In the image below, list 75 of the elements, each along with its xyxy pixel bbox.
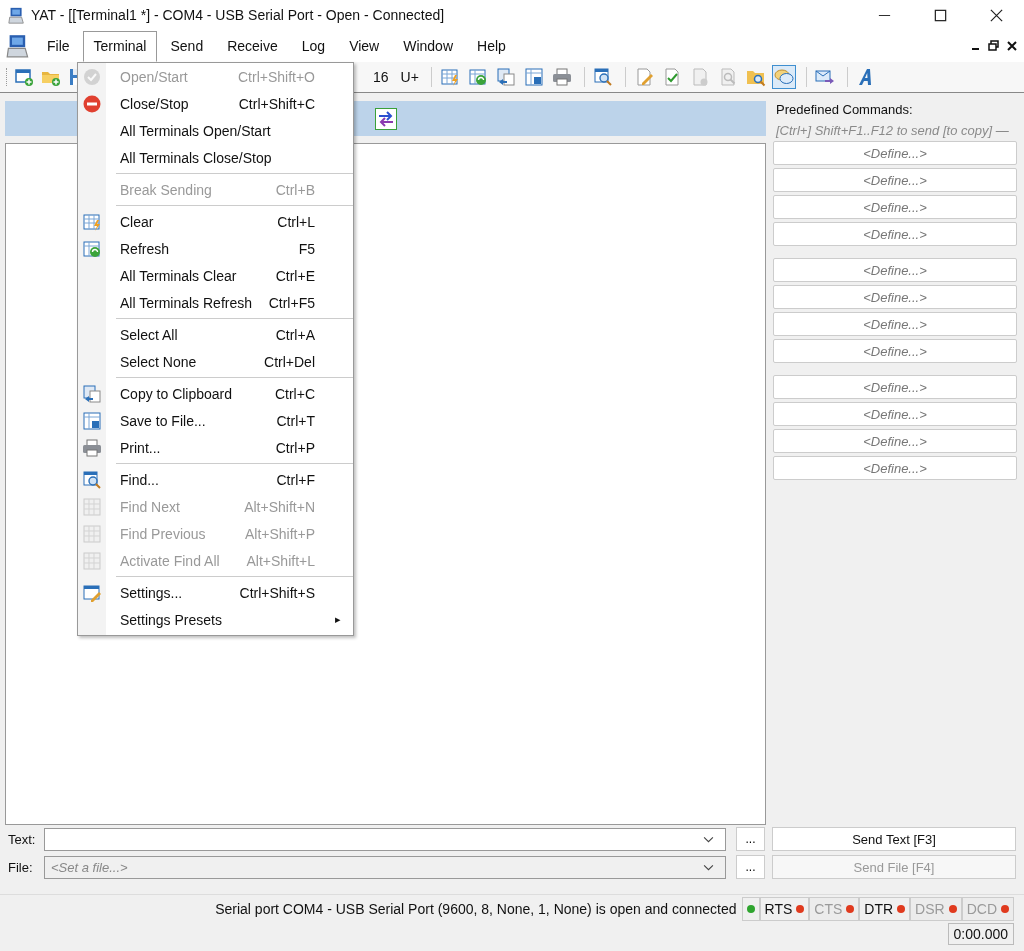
menu-item[interactable]: Copy to Clipboard Ctrl+C: [78, 380, 353, 407]
signal-label: DCD: [966, 901, 997, 917]
file-input-field[interactable]: <Set a file...>: [44, 855, 726, 879]
define-command-button[interactable]: <Define...>: [773, 402, 1017, 426]
define-command-button[interactable]: <Define...>: [773, 285, 1017, 309]
menu-item[interactable]: All Terminals Refresh Ctrl+F5: [78, 289, 353, 316]
find-icon: [82, 469, 102, 490]
send-text-button[interactable]: Send Text [F3]: [772, 827, 1016, 851]
grid-icon: [82, 550, 102, 571]
status-message: Serial port COM4 - USB Serial Port (9600, 8, None, 1, None) is open and connected: [215, 901, 737, 917]
menu-item[interactable]: Print... Ctrl+P: [78, 434, 353, 461]
menu-bar-item[interactable]: View: [338, 30, 391, 62]
menu-item[interactable]: All Terminals Clear Ctrl+E: [78, 262, 353, 289]
signal-label: RTS: [764, 901, 793, 917]
menu-item[interactable]: Select None Ctrl+Del: [78, 348, 353, 375]
panel-title: Predefined Commands:: [776, 102, 914, 117]
timer-display: 0:00.000: [947, 923, 1014, 945]
define-command-button[interactable]: <Define...>: [773, 258, 1017, 282]
menu-item[interactable]: Save to File... Ctrl+T: [78, 407, 353, 434]
signal-label: CTS: [814, 901, 843, 917]
browse-button[interactable]: ...: [736, 827, 765, 851]
computer-icon[interactable]: [6, 34, 30, 58]
signal-label: DSR: [915, 901, 945, 917]
menu-bar-item[interactable]: Send: [159, 30, 215, 62]
menu-item[interactable]: All Terminals Close/Stop: [78, 144, 353, 171]
define-command-button[interactable]: <Define...>: [773, 375, 1017, 399]
menu-bar-item[interactable]: File: [36, 30, 81, 62]
radix-button[interactable]: 16: [367, 69, 395, 85]
check-icon: [82, 66, 102, 87]
menu-item[interactable]: Clear Ctrl+L: [78, 208, 353, 235]
menu-item[interactable]: Refresh F5: [78, 235, 353, 262]
computer-icon: [8, 6, 25, 24]
define-command-button[interactable]: <Define...>: [773, 195, 1017, 219]
define-command-button[interactable]: <Define...>: [773, 141, 1017, 165]
restore-icon[interactable]: [988, 40, 1000, 52]
menu-item[interactable]: Close/Stop Ctrl+Shift+C: [78, 90, 353, 117]
speech-bubbles-icon[interactable]: [771, 65, 796, 89]
define-command-button[interactable]: <Define...>: [773, 456, 1017, 480]
menu-bar-item[interactable]: Help: [466, 30, 517, 62]
define-command-button[interactable]: <Define...>: [773, 222, 1017, 246]
new-window-icon[interactable]: [14, 67, 34, 87]
text-label: Text:: [8, 831, 37, 847]
menu-bar-item[interactable]: Terminal: [82, 30, 158, 62]
text-input-field[interactable]: [44, 827, 726, 851]
signal-label: DTR: [864, 901, 894, 917]
grid-icon: [82, 523, 102, 544]
menu-bar-item[interactable]: Receive: [216, 30, 289, 62]
file-label: File:: [8, 859, 34, 875]
stop-icon: [82, 93, 102, 114]
menu-bar-item[interactable]: Window: [392, 30, 464, 62]
menu-item[interactable]: Settings Presets ▸: [78, 606, 353, 633]
define-command-button[interactable]: <Define...>: [773, 168, 1017, 192]
printer-icon: [82, 437, 102, 458]
dropdown-icon[interactable]: [703, 863, 714, 871]
menu-item[interactable]: Find... Ctrl+F: [78, 466, 353, 493]
browse-button[interactable]: ...: [736, 855, 765, 879]
menu-item[interactable]: All Terminals Open/Start: [78, 117, 353, 144]
dropdown-icon[interactable]: [703, 835, 714, 843]
radix-button[interactable]: U+: [394, 69, 425, 85]
define-command-button[interactable]: <Define...>: [773, 312, 1017, 336]
table-refresh-icon: [82, 238, 102, 259]
close-icon[interactable]: [1006, 40, 1018, 52]
menu-item[interactable]: Settings... Ctrl+Shift+S: [78, 579, 353, 606]
define-command-button[interactable]: <Define...>: [773, 339, 1017, 363]
grid-icon: [82, 496, 102, 517]
copy-icon: [82, 383, 102, 404]
save-table-icon: [82, 410, 102, 431]
swap-arrows-icon[interactable]: [375, 107, 397, 130]
menu-bar-item[interactable]: Log: [290, 30, 337, 62]
window-title: YAT - [[Terminal1 *] - COM4 - USB Serial Port - Open - Connected]: [31, 7, 445, 23]
define-command-button[interactable]: <Define...>: [773, 429, 1017, 453]
menu-item[interactable]: Select All Ctrl+A: [78, 321, 353, 348]
settings-icon: [82, 582, 102, 603]
panel-hint: [Ctrl+] Shift+F1..F12 to send [to copy] —: [776, 123, 1010, 138]
table-icon: [82, 211, 102, 232]
